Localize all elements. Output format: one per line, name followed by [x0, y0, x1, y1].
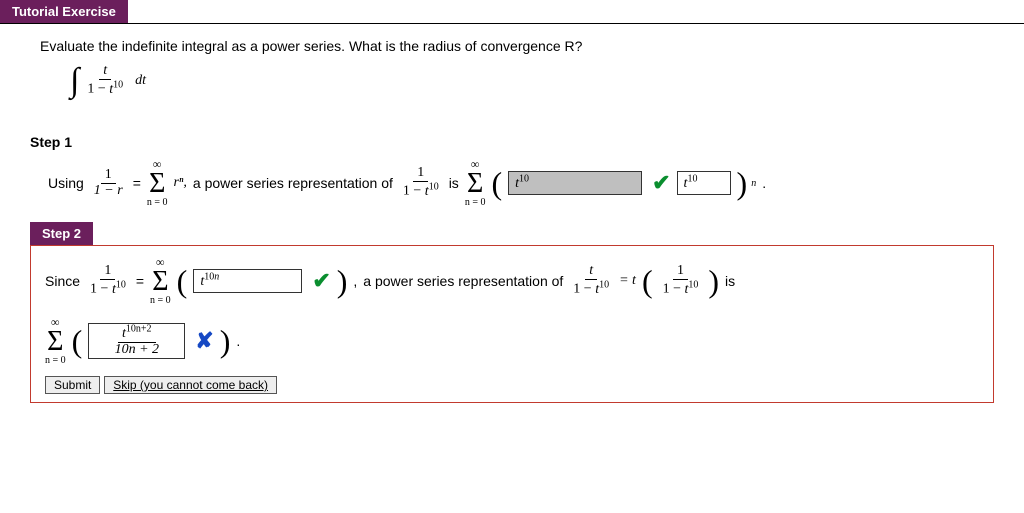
- step2-frac1-num: 1: [100, 264, 115, 280]
- integrand-fraction: t 1 − t10: [83, 64, 127, 97]
- tutorial-header-row: Tutorial Exercise: [0, 0, 1024, 24]
- step1-answer-t10-long[interactable]: t10: [508, 171, 642, 196]
- step1-row: Using 1 1 − r = ∞ Σ n = 0 rⁿ, a power se…: [48, 158, 1024, 208]
- step1-eq: =: [133, 175, 141, 191]
- tutorial-header: Tutorial Exercise: [0, 0, 128, 23]
- step2-row1: Since 1 1 − t10 = ∞ Σ n = 0 ( t10n ✔ ), …: [45, 256, 979, 306]
- integrand-dt: dt: [135, 73, 146, 89]
- step1-frac2: 1 1 − t10: [399, 166, 443, 199]
- integrand-den-exp: 10: [113, 79, 123, 90]
- step1-frac2-den-pre: 1 −: [403, 184, 425, 199]
- step2-frac1-den: 1 − t10: [86, 280, 130, 297]
- step1-period: .: [762, 175, 766, 191]
- step1-lhs-den: 1 − r: [90, 184, 127, 199]
- step2-frac2-num: t: [585, 264, 597, 280]
- step2-header-row: Step 2: [0, 222, 1024, 245]
- step1-lhs-frac: 1 1 − r: [90, 168, 127, 198]
- step1-label: Step 1: [30, 134, 1024, 150]
- integrand-den-pre: 1 −: [87, 82, 109, 97]
- close-paren-icon: ): [337, 263, 348, 300]
- sigma-bot: n = 0: [45, 356, 66, 366]
- check-icon: ✔: [652, 170, 670, 196]
- page: Tutorial Exercise Evaluate the indefinit…: [0, 0, 1024, 403]
- step2-frac1-den-pre: 1 −: [90, 282, 112, 297]
- open-paren-icon: (: [642, 263, 653, 300]
- integral-expression: ∫ t 1 − t10 dt: [70, 62, 146, 100]
- close-paren-icon: ): [737, 165, 748, 202]
- step2-frac2: t 1 − t10: [569, 264, 613, 297]
- step1-frac2-num: 1: [413, 166, 428, 182]
- step2-frame: Since 1 1 − t10 = ∞ Σ n = 0 ( t10n ✔ ), …: [30, 245, 994, 403]
- sigma-icon: ∞ Σ n = 0: [465, 158, 486, 208]
- step2-paren-den-exp: 10: [688, 279, 698, 290]
- step1-frac2-den: 1 − t10: [399, 182, 443, 199]
- step2-answer-wrong[interactable]: t10n+2 10n + 2: [88, 323, 185, 358]
- step2-frac1: 1 1 − t10: [86, 264, 130, 297]
- open-paren-icon: (: [491, 165, 502, 202]
- step2-frac1-den-exp: 10: [116, 279, 126, 290]
- step2-paren-num: 1: [673, 264, 688, 280]
- step1-is: is: [449, 175, 459, 191]
- step2-eq2: = t: [619, 273, 636, 289]
- integrand-num: t: [99, 64, 111, 80]
- step2-mid: a power series representation of: [363, 273, 563, 289]
- step1-mid: a power series representation of: [193, 175, 393, 191]
- step1-answer-t10-short[interactable]: t10: [677, 171, 731, 196]
- step2-paren-den: 1 − t10: [659, 280, 703, 297]
- sigma-bot: n = 0: [150, 296, 171, 306]
- step2-paren-den-pre: 1 −: [663, 282, 685, 297]
- step2-answer-wrong-den: 10n + 2: [111, 343, 163, 358]
- step2-paren-frac: 1 1 − t10: [659, 264, 703, 297]
- sigma-bot: n = 0: [147, 198, 168, 208]
- step2-answer-t10n[interactable]: t10n: [193, 269, 302, 294]
- open-paren-icon: (: [72, 323, 83, 360]
- step2-answer-wrong-exp: 10n+2: [126, 323, 152, 334]
- sigma-bot: n = 0: [465, 198, 486, 208]
- close-paren-icon: ): [708, 263, 719, 300]
- step2-frac2-den: 1 − t10: [569, 280, 613, 297]
- step1-rn: rⁿ,: [174, 175, 187, 191]
- step2-row2: ∞ Σ n = 0 ( t10n+2 10n + 2 ✘ ).: [45, 316, 979, 366]
- check-icon: ✔: [312, 268, 330, 294]
- step1-lhs-num: 1: [101, 168, 116, 184]
- step2-period: .: [236, 333, 240, 349]
- sigma-icon: ∞ Σ n = 0: [147, 158, 168, 208]
- submit-button[interactable]: Submit: [45, 376, 100, 394]
- step2-frac2-den-exp: 10: [599, 279, 609, 290]
- step1-tail-exp: n: [751, 178, 756, 189]
- open-paren-icon: (: [177, 263, 188, 300]
- cross-icon: ✘: [195, 328, 213, 354]
- step2-eq: =: [136, 273, 144, 289]
- integral-sign-icon: ∫: [70, 62, 79, 100]
- step2-is: is: [725, 273, 735, 289]
- step1-using: Using: [48, 175, 84, 191]
- tutorial-content: Evaluate the indefinite integral as a po…: [0, 24, 1024, 116]
- skip-button[interactable]: Skip (you cannot come back): [104, 376, 277, 394]
- prompt-text: Evaluate the indefinite integral as a po…: [40, 38, 1024, 54]
- step2-since: Since: [45, 273, 80, 289]
- step1-frac2-den-exp: 10: [429, 181, 439, 192]
- sigma-icon: ∞ Σ n = 0: [45, 316, 66, 366]
- sigma-icon: ∞ Σ n = 0: [150, 256, 171, 306]
- step2-label: Step 2: [30, 222, 93, 245]
- step2-buttons: Submit Skip (you cannot come back): [45, 376, 979, 394]
- integrand-den: 1 − t10: [83, 80, 127, 97]
- step2-frac2-den-pre: 1 −: [573, 282, 595, 297]
- close-paren-icon: ): [220, 323, 231, 360]
